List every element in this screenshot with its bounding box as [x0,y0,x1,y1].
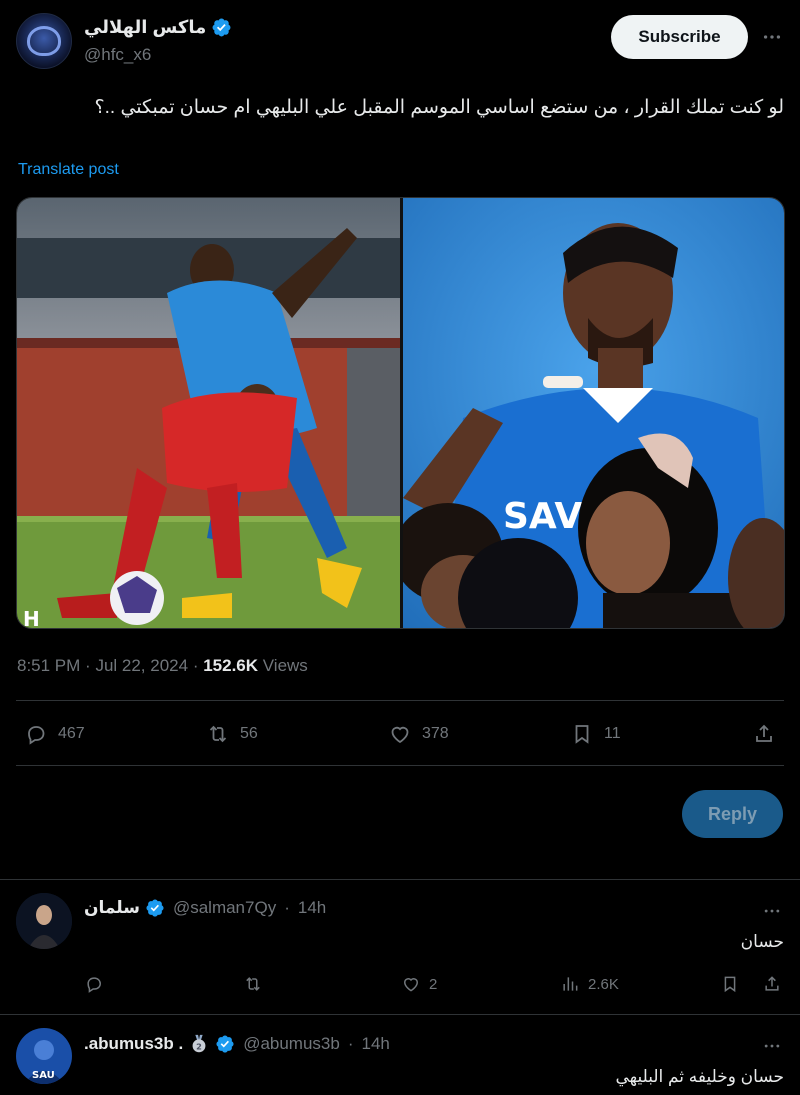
repost-action[interactable] [243,974,271,994]
svg-text:SAV: SAV [503,496,582,537]
meta-separator: · [347,1034,354,1053]
share-icon [765,976,779,991]
meta-separator: · [85,656,96,675]
reply-handle[interactable]: @salman7Qy [173,898,276,918]
divider [16,700,784,701]
reply-author-name[interactable]: .abumus3b . 2 [84,1033,235,1055]
post-media[interactable]: H SAV [16,197,785,629]
post-meta: 8:51 PM · Jul 22, 2024 · 152.6K Views [17,656,308,676]
divider [0,879,800,880]
share-icon [756,724,772,742]
reply-action[interactable]: 467 [24,722,85,746]
like-count: 378 [422,725,449,742]
medal-icon: 2 [192,1034,206,1053]
like-action[interactable]: 2 [401,974,437,994]
bookmark-icon [724,976,736,993]
share-action[interactable] [752,722,776,746]
reply-header: .abumus3b . 2 @abumus3b · 14h [84,1033,390,1055]
bookmark-icon [575,725,589,744]
reply-action[interactable] [84,974,112,994]
post-time[interactable]: 8:51 PM [17,656,80,675]
reply-handle[interactable]: @abumus3b [243,1034,340,1054]
bookmark-count: 11 [604,725,621,742]
reply-time[interactable]: 14h [298,898,326,918]
post-date[interactable]: Jul 22, 2024 [95,656,188,675]
bookmark-action[interactable]: 11 [570,722,621,746]
more-options-icon[interactable] [757,1031,787,1061]
divider [0,1014,800,1015]
reply-text: حسان [740,932,784,951]
meta-separator: · [284,898,290,917]
repost-icon [246,977,260,991]
reply-header: سلمان @salman7Qy · 14h [84,898,326,918]
reply-author-name[interactable]: سلمان [84,898,165,918]
reply-icon [28,726,45,745]
views-count: 2.6K [588,975,619,993]
like-action[interactable]: 378 [388,722,449,746]
author-avatar[interactable] [16,13,72,69]
translate-post-link[interactable]: Translate post [18,161,119,179]
views-action[interactable]: 2.6K [560,974,619,994]
media-photo-player[interactable]: SAV [403,198,784,628]
author-handle[interactable]: @hfc_x6 [84,45,151,65]
meta-separator: · [192,656,204,675]
media-photo-match[interactable]: H [17,198,400,629]
views-count: 152.6K [203,656,259,675]
verified-badge-icon [212,18,231,37]
reply-text: حسان وخليفه ثم البليهي [615,1067,784,1086]
divider [16,765,784,766]
repost-count: 56 [240,725,258,742]
reply-avatar[interactable]: SAU [16,1028,72,1084]
heart-icon [391,726,409,744]
post-text: لو كنت تملك القرار ، من ستضع اساسي الموس… [94,97,784,118]
author-name[interactable]: ماكس الهلالي [84,17,206,38]
svg-text:SAU: SAU [32,1070,55,1081]
analytics-icon [563,977,578,991]
more-options-icon[interactable] [757,896,787,926]
reply-icon [87,977,102,993]
reply-count: 467 [58,725,85,742]
author-name-row[interactable]: ماكس الهلالي [84,17,232,38]
bookmark-action[interactable] [720,974,740,994]
heart-icon [403,978,419,992]
subscribe-button[interactable]: Subscribe [611,15,748,59]
reply-avatar[interactable] [16,893,72,949]
repost-action[interactable]: 56 [206,722,258,746]
reply-button[interactable]: Reply [682,790,783,838]
views-label: Views [262,656,308,675]
svg-text:H: H [23,607,40,629]
reply-author-name-text[interactable]: .abumus3b . [84,1034,183,1054]
like-count: 2 [429,975,438,993]
verified-badge-icon [146,899,164,917]
reply-time[interactable]: 14h [362,1034,390,1054]
verified-badge-icon [216,1035,234,1053]
repost-icon [209,725,227,743]
share-action[interactable] [762,974,782,994]
medal-badge-number: 2 [196,1042,202,1052]
reply-author-name-text[interactable]: سلمان [84,898,140,918]
more-options-icon[interactable] [757,22,787,52]
